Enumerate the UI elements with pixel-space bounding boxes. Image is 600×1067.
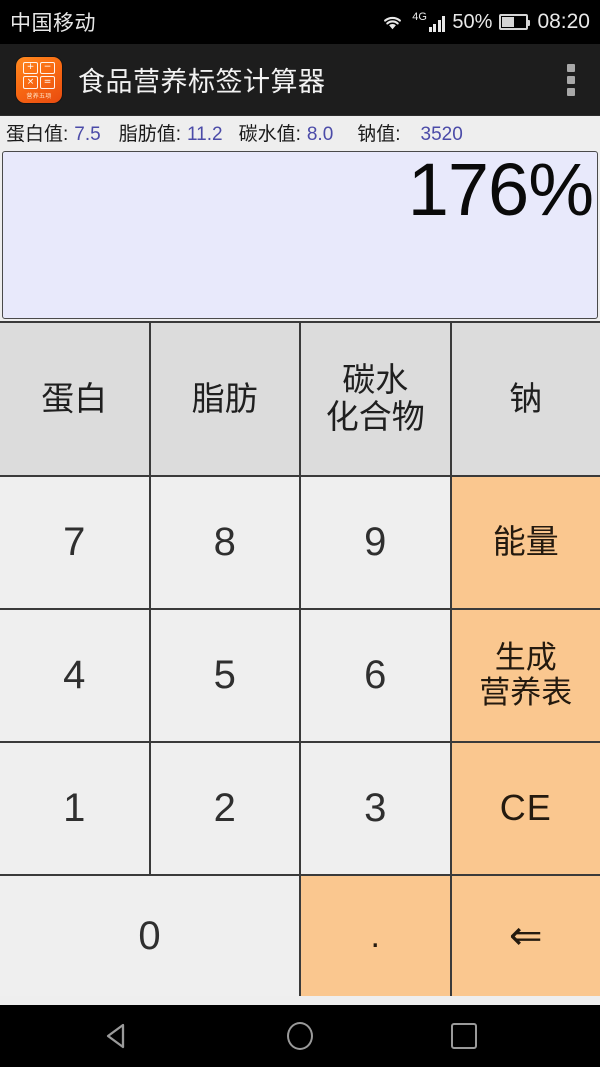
keypad: 蛋白 脂肪 碳水 化合物 钠 7 8 9 能量 4 5 6 生成 营养表 1 2 3… — [0, 321, 600, 996]
key-energy[interactable]: 能量 — [451, 477, 600, 608]
key-9[interactable]: 9 — [301, 477, 450, 608]
key-backspace[interactable]: ⇐ — [451, 876, 600, 996]
sodium-value: 3520 — [420, 124, 463, 145]
carbs-value-label: 碳水值: — [238, 124, 301, 145]
key-3[interactable]: 3 — [301, 743, 450, 874]
sodium-value-label: 钠值: — [357, 124, 401, 145]
value-item-sodium: 钠值: 3520 — [357, 119, 463, 146]
app-bar: + − × = 营养五项 食品营养标签计算器 — [0, 44, 600, 116]
fat-value-label: 脂肪值: — [118, 124, 181, 145]
key-4[interactable]: 4 — [0, 610, 149, 741]
logo-key-times: × — [23, 76, 38, 89]
recents-square-icon[interactable] — [441, 1013, 487, 1059]
key-0[interactable]: 0 — [0, 876, 299, 996]
key-5[interactable]: 5 — [150, 610, 299, 741]
key-7[interactable]: 7 — [0, 477, 149, 608]
status-bar: 中国移动 4G 50% 08:20 — [0, 0, 600, 44]
value-item-carbs: 碳水值: 8.0 — [239, 119, 334, 146]
key-protein[interactable]: 蛋白 — [0, 323, 149, 475]
value-item-protein: 蛋白值: 7.5 — [6, 119, 101, 146]
network-type-label: 4G — [412, 11, 427, 23]
key-6[interactable]: 6 — [301, 610, 450, 741]
battery-icon — [499, 14, 531, 30]
fat-value: 11.2 — [186, 124, 223, 145]
key-2[interactable]: 2 — [150, 743, 299, 874]
protein-value: 7.5 — [74, 124, 101, 145]
key-sodium[interactable]: 钠 — [451, 323, 600, 475]
home-circle-icon[interactable] — [277, 1013, 323, 1059]
app-logo-icon: + − × = 营养五项 — [16, 56, 62, 103]
logo-key-minus: − — [40, 61, 55, 74]
key-carbohydrate[interactable]: 碳水 化合物 — [301, 323, 450, 475]
value-item-fat: 脂肪值: 11.2 — [119, 119, 223, 146]
nutrient-values-strip: 蛋白值: 7.5 脂肪值: 11.2 碳水值: 8.0 钠值: 3520 — [0, 116, 600, 149]
android-nav-bar — [0, 1005, 600, 1067]
phone-screen: 中国移动 4G 50% 08:20 + − × = 营养五项 食品营养标签计算器… — [0, 0, 600, 1067]
display-value: 176% — [407, 148, 594, 231]
logo-brand-label: 营养五项 — [26, 93, 52, 100]
logo-key-plus: + — [23, 61, 38, 74]
protein-value-label: 蛋白值: — [6, 124, 69, 145]
key-decimal-point[interactable]: . — [301, 876, 450, 996]
status-icons: 4G 50% 08:20 — [380, 10, 590, 34]
key-fat[interactable]: 脂肪 — [150, 323, 299, 475]
carrier-label: 中国移动 — [10, 12, 96, 35]
key-generate-nutrition-table[interactable]: 生成 营养表 — [451, 610, 600, 741]
logo-key-equals: = — [40, 76, 55, 89]
calculator-display[interactable]: 176% — [2, 148, 598, 319]
key-ce[interactable]: CE — [451, 743, 600, 874]
battery-percent-label: 50% — [452, 10, 493, 33]
key-8[interactable]: 8 — [150, 477, 299, 608]
clock-label: 08:20 — [537, 10, 590, 33]
page-title: 食品营养标签计算器 — [78, 67, 326, 97]
wifi-icon — [380, 12, 405, 32]
back-triangle-icon[interactable] — [106, 1013, 159, 1059]
key-1[interactable]: 1 — [0, 743, 149, 874]
overflow-menu-icon[interactable] — [556, 56, 586, 104]
carbs-value: 8.0 — [306, 124, 334, 145]
signal-bars-icon: 4G — [412, 11, 446, 32]
